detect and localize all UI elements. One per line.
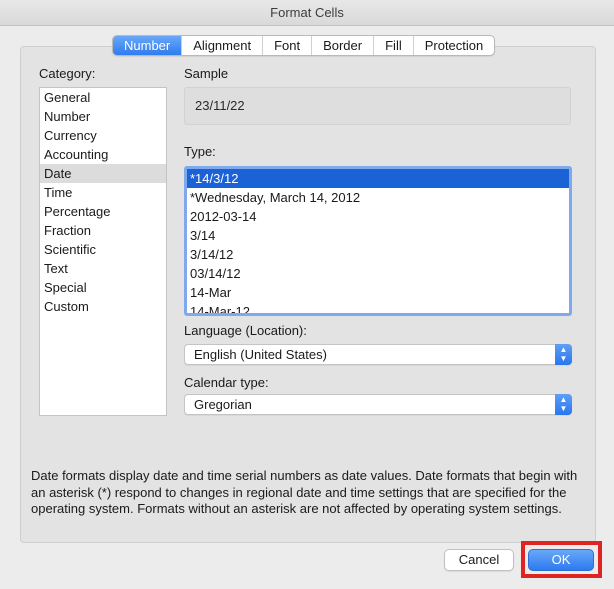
category-label: Category: xyxy=(39,66,96,81)
language-select[interactable]: English (United States) ▲ ▼ xyxy=(184,344,572,365)
cancel-button[interactable]: Cancel xyxy=(444,549,514,571)
tab-fill[interactable]: Fill xyxy=(374,36,414,55)
category-item-date[interactable]: Date xyxy=(40,164,166,183)
category-item-custom[interactable]: Custom xyxy=(40,297,166,316)
tab-bar: Number Alignment Font Border Fill Protec… xyxy=(112,35,496,56)
tab-alignment[interactable]: Alignment xyxy=(182,36,264,55)
category-item-special[interactable]: Special xyxy=(40,278,166,297)
window-title: Format Cells xyxy=(0,0,614,26)
category-item-scientific[interactable]: Scientific xyxy=(40,240,166,259)
type-item[interactable]: 14-Mar xyxy=(187,283,569,302)
language-label: Language (Location): xyxy=(184,323,307,338)
tab-protection[interactable]: Protection xyxy=(414,36,495,55)
category-item-accounting[interactable]: Accounting xyxy=(40,145,166,164)
calendar-select-value: Gregorian xyxy=(194,397,252,412)
language-select-value: English (United States) xyxy=(194,347,327,362)
category-item-time[interactable]: Time xyxy=(40,183,166,202)
type-item[interactable]: *14/3/12 xyxy=(187,169,569,188)
chevron-up-down-icon[interactable]: ▲ ▼ xyxy=(555,394,572,415)
category-item-general[interactable]: General xyxy=(40,88,166,107)
type-label: Type: xyxy=(184,144,216,159)
type-list[interactable]: *14/3/12 *Wednesday, March 14, 2012 2012… xyxy=(184,166,572,316)
category-item-fraction[interactable]: Fraction xyxy=(40,221,166,240)
category-item-number[interactable]: Number xyxy=(40,107,166,126)
type-item[interactable]: 3/14/12 xyxy=(187,245,569,264)
type-item[interactable]: 2012-03-14 xyxy=(187,207,569,226)
chevron-up-down-icon[interactable]: ▲ ▼ xyxy=(555,344,572,365)
tab-number[interactable]: Number xyxy=(113,36,183,55)
type-item[interactable]: *Wednesday, March 14, 2012 xyxy=(187,188,569,207)
type-item[interactable]: 3/14 xyxy=(187,226,569,245)
category-item-text[interactable]: Text xyxy=(40,259,166,278)
category-item-percentage[interactable]: Percentage xyxy=(40,202,166,221)
type-item[interactable]: 14-Mar-12 xyxy=(187,302,569,313)
calendar-label: Calendar type: xyxy=(184,375,269,390)
tab-font[interactable]: Font xyxy=(263,36,313,55)
format-description: Date formats display date and time seria… xyxy=(31,468,578,516)
calendar-select[interactable]: Gregorian ▲ ▼ xyxy=(184,394,572,415)
sample-preview: 23/11/22 xyxy=(184,87,571,125)
type-item[interactable]: 03/14/12 xyxy=(187,264,569,283)
tab-border[interactable]: Border xyxy=(312,36,375,55)
category-item-currency[interactable]: Currency xyxy=(40,126,166,145)
sample-label: Sample xyxy=(184,66,229,81)
category-list[interactable]: General Number Currency Accounting Date … xyxy=(39,87,167,416)
ok-button[interactable]: OK xyxy=(528,549,594,571)
